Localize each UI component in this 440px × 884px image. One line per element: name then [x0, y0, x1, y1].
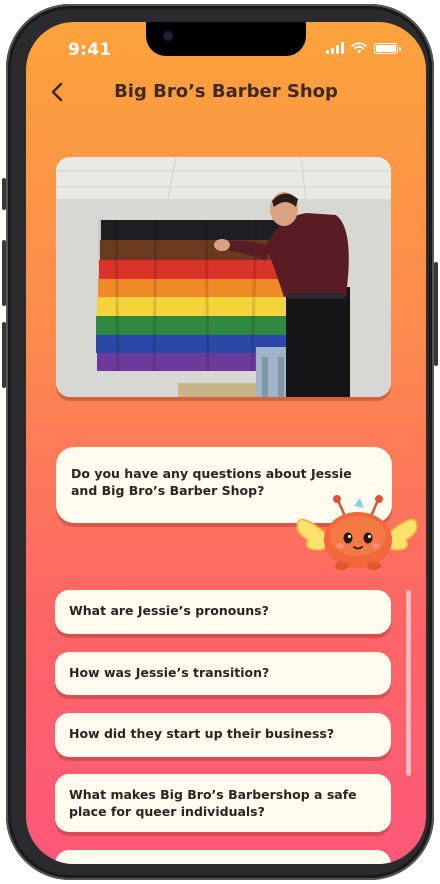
- status-time: 9:41: [68, 40, 112, 60]
- option-label: What makes Big Bro’s Barbershop a safe p…: [69, 787, 357, 819]
- mute-switch: [2, 178, 6, 210]
- battery-icon: [374, 43, 401, 54]
- status-icons: [326, 42, 401, 54]
- phone-frame: 9:41 Big Bro’s Barber Shop Do you have a…: [2, 4, 438, 880]
- page-title: Big Bro’s Barber Shop: [114, 81, 338, 102]
- notch: [146, 22, 306, 56]
- wifi-icon: [351, 42, 367, 54]
- signal-icon: [326, 42, 344, 54]
- option-label: How was Jessie’s transition?: [69, 665, 270, 680]
- option-partial[interactable]: [55, 850, 391, 864]
- photo-man-hanging-pride-flag: [56, 157, 391, 397]
- mascot-icon: [296, 495, 418, 570]
- option-business-start[interactable]: How did they start up their business?: [55, 713, 391, 757]
- scrollbar[interactable]: [406, 590, 411, 776]
- option-transition[interactable]: How was Jessie’s transition?: [55, 652, 391, 695]
- front-camera: [162, 30, 174, 42]
- barbershop-photo: [56, 157, 391, 397]
- status-bar: 9:41: [26, 22, 426, 70]
- app-screen: 9:41 Big Bro’s Barber Shop Do you have a…: [26, 22, 426, 864]
- header: Big Bro’s Barber Shop: [26, 78, 426, 118]
- volume-down-button: [2, 322, 6, 388]
- power-button: [434, 262, 438, 366]
- option-label: What are Jessie’s pronouns?: [69, 603, 269, 618]
- option-label: How did they start up their business?: [69, 726, 335, 741]
- option-safe-place[interactable]: What makes Big Bro’s Barbershop a safe p…: [55, 774, 391, 832]
- volume-up-button: [2, 240, 6, 306]
- option-pronouns[interactable]: What are Jessie’s pronouns?: [55, 590, 391, 634]
